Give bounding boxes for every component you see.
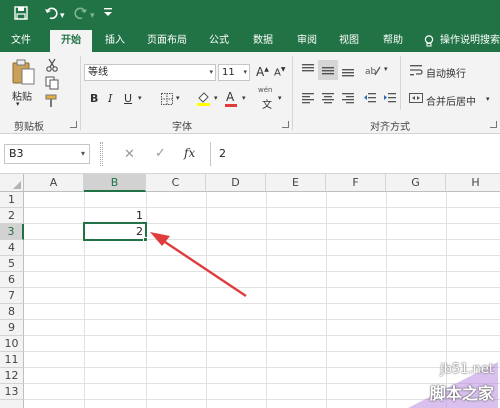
clipboard-launcher-icon[interactable] [70, 121, 77, 128]
paste-dropdown-icon[interactable]: ▾ [16, 100, 20, 108]
tab-view[interactable]: 视图 [332, 30, 366, 52]
alignment-group-label: 对齐方式 [370, 122, 410, 133]
grow-font-icon: A [256, 65, 265, 79]
font-launcher-icon[interactable] [282, 121, 289, 128]
shrink-font-icon: A [274, 67, 281, 79]
align-middle-icon[interactable] [318, 60, 338, 80]
name-box-value: B3 [9, 147, 24, 160]
enter-icon[interactable]: ✓ [155, 146, 166, 161]
italic-button[interactable]: I [108, 92, 112, 105]
font-color-swatch [225, 104, 237, 107]
align-left-icon[interactable] [300, 90, 316, 106]
merge-center-button[interactable]: 合并后居中 [426, 93, 476, 108]
bold-button[interactable]: B [90, 92, 98, 105]
tab-help[interactable]: 帮助 [376, 30, 410, 52]
fill-color-icon[interactable] [196, 90, 212, 106]
wrap-text-button[interactable]: 自动换行 [426, 65, 466, 80]
group-separator [80, 56, 81, 130]
tab-data[interactable]: 数据 [246, 30, 280, 52]
borders-dropdown-icon[interactable]: ▾ [176, 94, 180, 102]
svg-text:ab: ab [365, 67, 377, 77]
name-box[interactable]: B3 ▾ [4, 144, 90, 164]
group-separator [400, 56, 401, 110]
phonetic-pinyin[interactable]: wén [258, 86, 272, 94]
cancel-icon[interactable]: ✕ [124, 147, 135, 162]
insert-function-icon[interactable]: fx [184, 146, 195, 160]
merge-dropdown-icon[interactable]: ▾ [486, 95, 490, 103]
chevron-down-icon: ▾ [80, 149, 85, 158]
formula-input[interactable]: 2 [210, 142, 500, 166]
clipboard-group-label: 剪贴板 [14, 122, 44, 133]
decrease-indent-icon[interactable] [362, 90, 378, 106]
watermark-site: 脚本之家 [429, 384, 494, 403]
ribbon-home: 粘贴 ▾ 剪贴板 等线 ▾ 11 ▾ A▲ A▼ B I U ▾ ▾ ▾ A ▾… [0, 52, 500, 134]
phonetic-dropdown-icon[interactable]: ▾ [278, 94, 282, 102]
borders-icon[interactable] [160, 92, 174, 106]
alignment-launcher-icon[interactable] [490, 121, 497, 128]
undo-dropdown-icon[interactable]: ▾ [60, 8, 65, 24]
fill-color-dropdown-icon[interactable]: ▾ [214, 94, 218, 102]
align-top-icon[interactable] [300, 62, 316, 78]
worksheet-grid[interactable]: A B C D E F G H 1 2 3 4 5 6 7 8 9 10 11 … [0, 174, 500, 408]
formula-bar: B3 ▾ ✕ ✓ fx 2 [0, 134, 500, 174]
wrap-text-icon[interactable] [408, 62, 424, 78]
save-icon[interactable] [14, 6, 28, 24]
formula-bar-splitter[interactable] [100, 142, 103, 166]
tab-file[interactable]: 文件 [4, 30, 38, 52]
customize-qat-icon[interactable] [104, 7, 112, 23]
tell-me-search[interactable]: 操作说明搜索 [440, 30, 500, 52]
font-color-button[interactable]: A [226, 90, 234, 104]
phonetic-button[interactable]: 文 [262, 96, 272, 111]
orientation-icon[interactable]: ab [364, 62, 382, 78]
tab-review[interactable]: 审阅 [290, 30, 324, 52]
watermark: jb51.net 脚本之家 [348, 362, 498, 408]
redo-dropdown-icon: ▾ [90, 11, 95, 21]
align-right-icon[interactable] [340, 90, 356, 106]
grow-font-button[interactable]: A▲ [256, 65, 269, 79]
title-bar: ▾ ▾ [0, 0, 500, 30]
chevron-down-icon: ▾ [209, 68, 213, 76]
underline-button[interactable]: U [124, 92, 132, 105]
paste-label[interactable]: 粘贴 [12, 88, 32, 103]
orientation-dropdown-icon[interactable]: ▾ [384, 65, 388, 73]
paste-icon[interactable] [8, 58, 38, 86]
chevron-down-icon: ▾ [243, 68, 247, 76]
font-name-select[interactable]: 等线 ▾ [84, 64, 216, 81]
tab-page-layout[interactable]: 页面布局 [140, 30, 194, 52]
redo-icon [74, 6, 88, 24]
merge-center-icon[interactable] [408, 90, 424, 106]
ribbon-tabs: 文件 开始 插入 页面布局 公式 数据 审阅 视图 帮助 操作说明搜索 [0, 30, 500, 52]
undo-icon[interactable] [44, 6, 58, 24]
lightbulb-icon[interactable] [424, 35, 434, 47]
font-group-label: 字体 [172, 122, 192, 133]
copy-icon[interactable] [44, 76, 60, 90]
format-painter-icon[interactable] [44, 94, 60, 108]
font-color-icon: A [226, 90, 235, 104]
font-name-value: 等线 [88, 67, 108, 78]
tab-formulas[interactable]: 公式 [202, 30, 236, 52]
align-center-icon[interactable] [320, 90, 336, 106]
increase-indent-icon[interactable] [382, 90, 398, 106]
watermark-domain: jb51.net [440, 362, 494, 377]
tab-insert[interactable]: 插入 [98, 30, 132, 52]
align-bottom-icon[interactable] [340, 62, 356, 78]
font-size-select[interactable]: 11 ▾ [218, 64, 250, 81]
font-size-value: 11 [222, 67, 235, 78]
group-separator [292, 56, 293, 130]
shrink-font-button[interactable]: A▼ [274, 66, 285, 78]
underline-dropdown-icon[interactable]: ▾ [138, 94, 142, 102]
tab-home[interactable]: 开始 [50, 30, 92, 52]
cut-icon[interactable] [44, 58, 60, 72]
font-color-dropdown-icon[interactable]: ▾ [242, 94, 246, 102]
